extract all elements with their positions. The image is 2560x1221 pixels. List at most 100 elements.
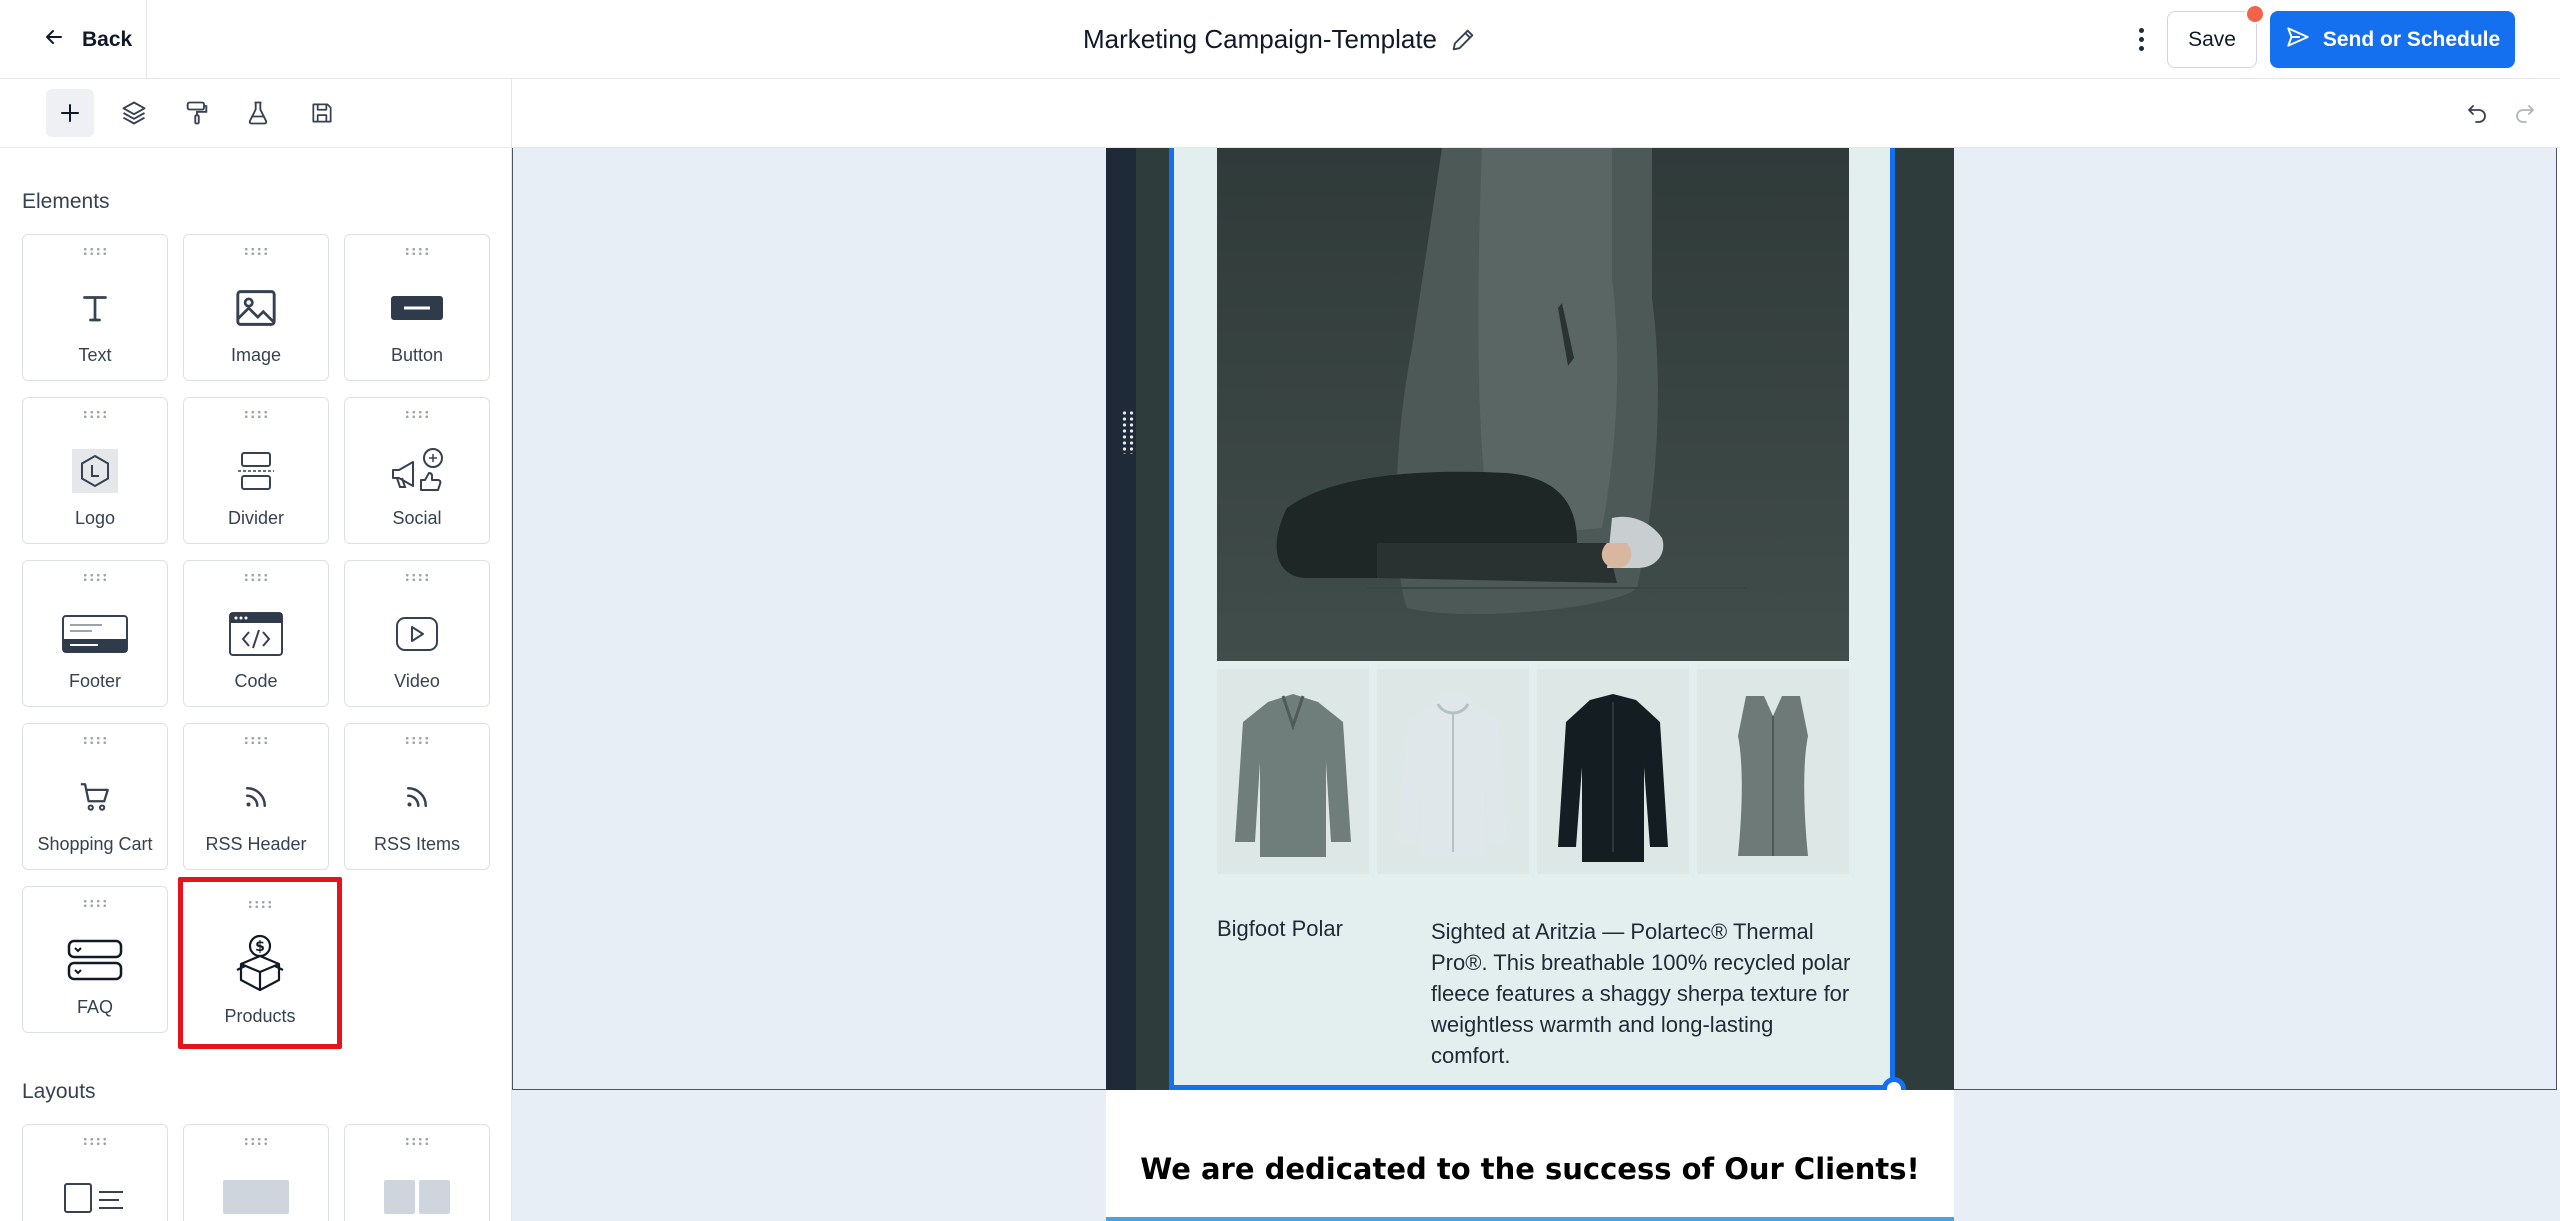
element-tile-button[interactable]: Button	[344, 234, 490, 381]
element-label: Shopping Cart	[37, 834, 153, 854]
element-tile-image[interactable]: Image	[183, 234, 329, 381]
element-label: Video	[394, 671, 440, 691]
product-name[interactable]: Bigfoot Polar	[1217, 916, 1343, 942]
element-label: Products	[224, 1006, 296, 1026]
drag-grip-icon	[243, 573, 269, 582]
element-tile-text[interactable]: Text	[22, 234, 168, 381]
product-description[interactable]: Sighted at Aritzia — Polartec® Thermal P…	[1431, 916, 1851, 1071]
edit-title-pencil-icon[interactable]	[1449, 26, 1477, 54]
drag-grip-icon	[404, 573, 430, 582]
section-drag-handle-icon[interactable]	[1121, 410, 1135, 454]
drag-grip-icon	[404, 410, 430, 419]
text-icon	[23, 283, 167, 333]
element-label: Button	[390, 345, 444, 365]
layouts-section-title: Layouts	[22, 1080, 96, 1103]
send-icon	[2285, 24, 2311, 56]
email-canvas: Bigfoot Polar Sighted at Aritzia — Polar…	[512, 148, 2560, 1221]
save-button[interactable]: Save	[2167, 11, 2257, 68]
element-tile-footer[interactable]: Footer	[22, 560, 168, 707]
cart-icon	[23, 772, 167, 822]
element-label: FAQ	[76, 997, 113, 1017]
button-icon	[345, 283, 489, 333]
element-tile-rss-items[interactable]: RSS Items	[344, 723, 490, 870]
element-label: Footer	[68, 671, 122, 691]
drag-grip-icon	[243, 410, 269, 419]
campaign-title: Marketing Campaign-Template	[1082, 24, 1438, 54]
product-thumbnail[interactable]	[1697, 669, 1849, 874]
hero-product-image[interactable]	[1217, 148, 1849, 661]
element-label: RSS Items	[373, 834, 461, 854]
back-label: Back	[82, 27, 133, 51]
send-label: Send or Schedule	[2322, 27, 2501, 51]
element-label: Logo	[74, 508, 116, 528]
layout-tile-one-column[interactable]	[183, 1124, 329, 1221]
drag-grip-icon	[247, 900, 273, 909]
save-icon[interactable]	[298, 89, 346, 137]
element-label: Divider	[227, 508, 284, 528]
svg-text:$: $	[255, 939, 265, 955]
divider-icon	[184, 446, 328, 496]
products-icon: $	[183, 934, 337, 992]
element-label: RSS Header	[205, 834, 307, 854]
drag-grip-icon	[243, 247, 269, 256]
arrow-left-icon	[44, 27, 64, 52]
element-tile-social[interactable]: Social	[344, 397, 490, 544]
element-label: Image	[230, 345, 282, 365]
drag-grip-icon	[82, 899, 108, 908]
drag-grip-icon	[404, 736, 430, 745]
drag-grip-icon	[82, 410, 108, 419]
layout-two-columns-icon	[345, 1177, 489, 1217]
product-thumbnail[interactable]	[1537, 669, 1689, 874]
product-thumbnail[interactable]	[1217, 669, 1369, 874]
drag-grip-icon	[82, 573, 108, 582]
rss-icon	[184, 772, 328, 822]
editor-toolbar	[0, 79, 2560, 148]
drag-grip-icon	[404, 247, 430, 256]
faq-icon	[23, 935, 167, 985]
element-tile-logo[interactable]: Logo	[22, 397, 168, 544]
code-icon	[184, 609, 328, 659]
top-bar: Back Marketing Campaign-Template Save Se…	[0, 0, 2560, 79]
element-tile-products[interactable]: $ Products	[178, 877, 342, 1049]
element-tile-code[interactable]: Code	[183, 560, 329, 707]
rss-icon	[345, 772, 489, 822]
element-label: Code	[234, 671, 278, 691]
layout-image-text-icon	[23, 1177, 167, 1217]
element-tile-rss-header[interactable]: RSS Header	[183, 723, 329, 870]
layout-one-column-icon	[184, 1177, 328, 1217]
back-button[interactable]: Back	[0, 0, 147, 79]
element-tile-faq[interactable]: FAQ	[22, 886, 168, 1033]
drag-grip-icon	[243, 736, 269, 745]
footer-icon	[23, 609, 167, 659]
drag-grip-icon	[243, 1137, 269, 1146]
layout-tile-two-columns[interactable]	[344, 1124, 490, 1221]
elements-sidebar: Elements Text Image Button Logo Divider …	[0, 148, 512, 1221]
flask-icon[interactable]	[234, 89, 282, 137]
section-divider	[1106, 1217, 1954, 1221]
email-tagline[interactable]: We are dedicated to the success of Our C…	[1106, 1152, 1954, 1186]
undo-icon[interactable]	[2460, 96, 2494, 130]
drag-grip-icon	[82, 247, 108, 256]
add-icon[interactable]	[46, 89, 94, 137]
element-label: Text	[78, 345, 112, 365]
redo-icon[interactable]	[2508, 96, 2542, 130]
more-options-icon[interactable]	[2126, 20, 2156, 58]
element-label: Social	[392, 508, 442, 528]
logo-icon	[23, 446, 167, 496]
drag-grip-icon	[82, 736, 108, 745]
drag-grip-icon	[82, 1137, 108, 1146]
layers-icon[interactable]	[110, 89, 158, 137]
social-icon	[345, 446, 489, 496]
product-thumbnails	[1217, 669, 1849, 874]
element-tile-video[interactable]: Video	[344, 560, 490, 707]
notification-dot	[2245, 4, 2265, 24]
drag-grip-icon	[404, 1137, 430, 1146]
paint-roller-icon[interactable]	[173, 89, 221, 137]
video-icon	[345, 609, 489, 659]
product-thumbnail[interactable]	[1377, 669, 1529, 874]
send-or-schedule-button[interactable]: Send or Schedule	[2270, 11, 2515, 68]
element-tile-divider[interactable]: Divider	[183, 397, 329, 544]
image-icon	[184, 283, 328, 333]
element-tile-shopping-cart[interactable]: Shopping Cart	[22, 723, 168, 870]
layout-tile-image-text[interactable]	[22, 1124, 168, 1221]
